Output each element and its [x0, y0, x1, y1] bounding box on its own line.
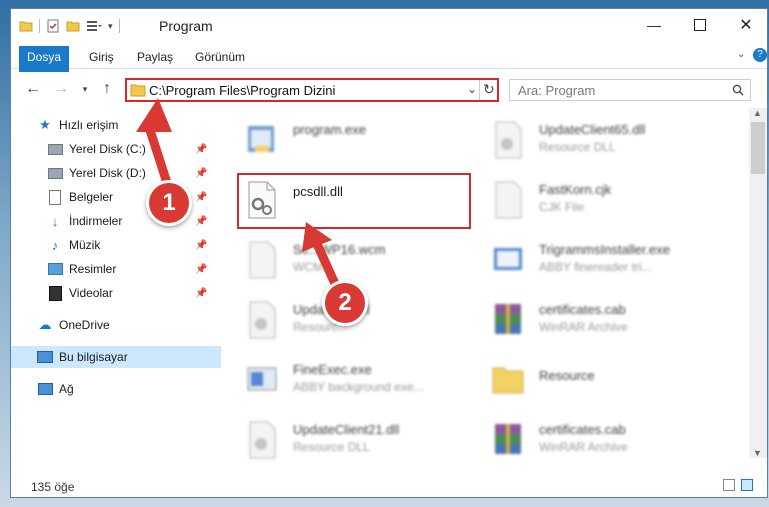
- arrow-to-file: [313, 241, 341, 291]
- callout-arrows: [136, 98, 341, 291]
- callout-badge-2: 2: [322, 280, 368, 326]
- arrow-head: [136, 98, 172, 132]
- arrow-to-address-bar: [145, 125, 173, 191]
- callout-badge-1: 1: [146, 180, 192, 226]
